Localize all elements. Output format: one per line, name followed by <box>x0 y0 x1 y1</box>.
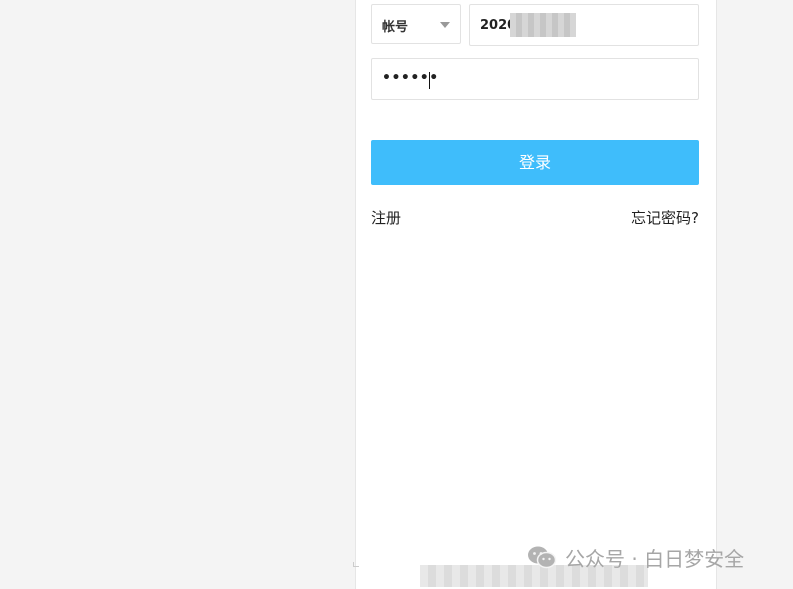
wechat-icon <box>528 546 557 569</box>
panel-corner-mark <box>353 562 359 567</box>
watermark-text: 公众号 · 白日梦安全 <box>565 546 745 571</box>
forgot-password-link[interactable]: 忘记密码? <box>631 207 699 228</box>
dropdown-arrow-icon <box>440 22 450 28</box>
account-redacted-blur <box>510 13 576 37</box>
watermark: 公众号 · 白日梦安全 <box>527 544 745 571</box>
password-input[interactable]: •••••• <box>371 58 699 100</box>
account-type-select[interactable]: 帐号 <box>371 4 461 44</box>
text-caret <box>429 72 430 89</box>
password-input-value: •••••• <box>382 70 439 86</box>
account-input[interactable]: 2020 <box>469 4 699 46</box>
account-type-value: 帐号 <box>382 20 409 35</box>
register-link[interactable]: 注册 <box>371 207 401 228</box>
login-button[interactable]: 登录 <box>371 140 699 185</box>
